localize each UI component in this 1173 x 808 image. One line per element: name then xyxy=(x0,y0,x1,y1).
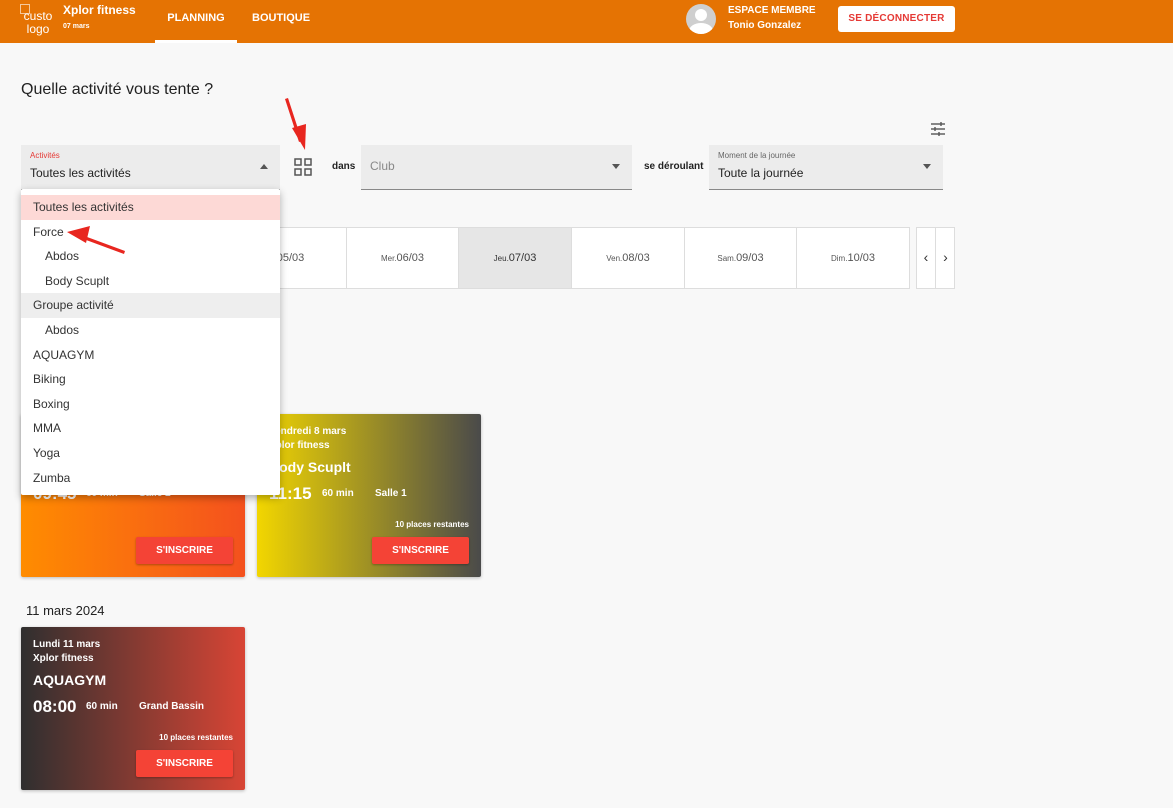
brand-date: 07 mars xyxy=(63,23,90,30)
course-duration: 60 min xyxy=(322,488,354,499)
nav-boutique[interactable]: BOUTIQUE xyxy=(252,0,310,43)
chevron-right-icon[interactable]: › xyxy=(936,228,955,288)
register-button[interactable]: S'INSCRIRE xyxy=(372,537,469,564)
option-aquagym[interactable]: AQUAGYM xyxy=(21,343,280,368)
day-name: Mer. xyxy=(380,254,397,263)
tune-icon[interactable] xyxy=(930,122,946,136)
chevron-down-icon xyxy=(612,164,620,169)
moment-select[interactable]: Moment de la journée Toute la journée xyxy=(709,145,943,190)
option-group-activite[interactable]: Groupe activité xyxy=(21,293,280,318)
avatar-head xyxy=(695,9,707,21)
day-date: 08/03 xyxy=(622,252,650,264)
member-title: ESPACE MEMBRE xyxy=(728,5,816,16)
option-zumba[interactable]: Zumba xyxy=(21,466,280,491)
club-select[interactable]: Club xyxy=(361,145,632,190)
day-name: Sam. xyxy=(717,254,737,263)
custom-logo[interactable]: custo logo xyxy=(20,4,56,40)
activities-dropdown: Toutes les activités Force Abdos Body Sc… xyxy=(21,189,280,495)
chevron-left-icon[interactable]: ‹ xyxy=(917,228,936,288)
logo-alt-text: custo logo xyxy=(23,9,53,36)
option-force[interactable]: Force xyxy=(21,220,280,245)
day-name: Dim. xyxy=(831,254,848,263)
activities-select[interactable]: Activités Toutes les activités xyxy=(21,145,280,190)
option-boxing[interactable]: Boxing xyxy=(21,392,280,417)
course-date: Lundi 11 mars xyxy=(33,639,101,650)
option-abdos[interactable]: Abdos xyxy=(21,244,280,269)
moment-label: Moment de la journée xyxy=(718,151,796,160)
brand-name: Xplor fitness xyxy=(63,3,136,17)
chevron-up-icon xyxy=(260,164,268,169)
day-date: 05/03 xyxy=(276,252,305,264)
member-area[interactable]: ESPACE MEMBRE Tonio Gonzalez xyxy=(728,3,816,33)
day-date: 06/03 xyxy=(396,252,425,264)
member-name: Tonio Gonzalez xyxy=(728,20,802,31)
places-left: 10 places restantes xyxy=(159,733,233,742)
date-strip: 05/03 Mer.06/03 Jeu.07/03 Ven.08/03 Sam.… xyxy=(234,227,910,289)
page-title: Quelle activité vous tente ? xyxy=(21,81,214,98)
club-placeholder: Club xyxy=(370,159,395,173)
course-name: Body Scuplt xyxy=(269,459,351,475)
course-card[interactable]: Lundi 11 mars Xplor fitness AQUAGYM 08:0… xyxy=(21,627,245,790)
logout-button[interactable]: SE DÉCONNECTER xyxy=(838,6,955,32)
activities-value: Toutes les activités xyxy=(30,166,131,180)
brand: Xplor fitness 07 mars xyxy=(63,3,136,30)
day-nav: ‹ › xyxy=(916,227,955,289)
day-name: Ven. xyxy=(606,254,623,263)
course-name: AQUAGYM xyxy=(33,672,107,688)
day-cell[interactable]: Dim.10/03 xyxy=(797,228,909,288)
dans-label: dans xyxy=(332,161,356,172)
nav-planning[interactable]: PLANNING xyxy=(155,0,237,43)
chevron-down-icon xyxy=(923,164,931,169)
course-time: 08:00 xyxy=(33,697,77,716)
course-card[interactable]: Vendredi 8 mars Xplor fitness Body Scupl… xyxy=(257,414,481,577)
day-cell[interactable]: Mer.06/03 xyxy=(347,228,459,288)
avatar-shoulders xyxy=(689,23,713,34)
register-button[interactable]: S'INSCRIRE xyxy=(136,750,233,777)
course-date: Vendredi 8 mars xyxy=(269,426,347,437)
moment-value: Toute la journée xyxy=(718,166,804,180)
course-club: Xplor fitness xyxy=(33,653,94,664)
option-all-activities[interactable]: Toutes les activités xyxy=(21,195,280,220)
day-cell[interactable]: Ven.08/03 xyxy=(572,228,685,288)
register-button[interactable]: S'INSCRIRE xyxy=(136,537,233,564)
option-body-scuplt[interactable]: Body Scuplt xyxy=(21,269,280,294)
course-duration: 60 min xyxy=(86,701,118,712)
day-date: 10/03 xyxy=(847,252,875,264)
course-room: Salle 1 xyxy=(375,488,407,499)
option-abdos[interactable]: Abdos xyxy=(21,318,280,343)
grid-view-icon[interactable] xyxy=(294,158,312,176)
section-day-heading: 11 mars 2024 xyxy=(26,603,105,618)
arrow-to-grid-icon xyxy=(285,98,306,150)
places-left: 10 places restantes xyxy=(395,520,469,529)
day-cell[interactable]: Sam.09/03 xyxy=(685,228,797,288)
se-deroulant-label: se déroulant xyxy=(644,161,704,172)
day-date: 09/03 xyxy=(736,252,764,264)
top-bar: custo logo Xplor fitness 07 mars PLANNIN… xyxy=(0,0,1173,43)
day-cell-selected[interactable]: Jeu.07/03 xyxy=(459,228,572,288)
day-date: 07/03 xyxy=(508,252,537,264)
course-room: Grand Bassin xyxy=(139,701,205,712)
option-biking[interactable]: Biking xyxy=(21,367,280,392)
activities-label: Activités xyxy=(30,151,60,160)
option-mma[interactable]: MMA xyxy=(21,416,280,441)
avatar[interactable] xyxy=(686,4,716,34)
day-name: Jeu. xyxy=(493,254,509,263)
option-yoga[interactable]: Yoga xyxy=(21,441,280,466)
